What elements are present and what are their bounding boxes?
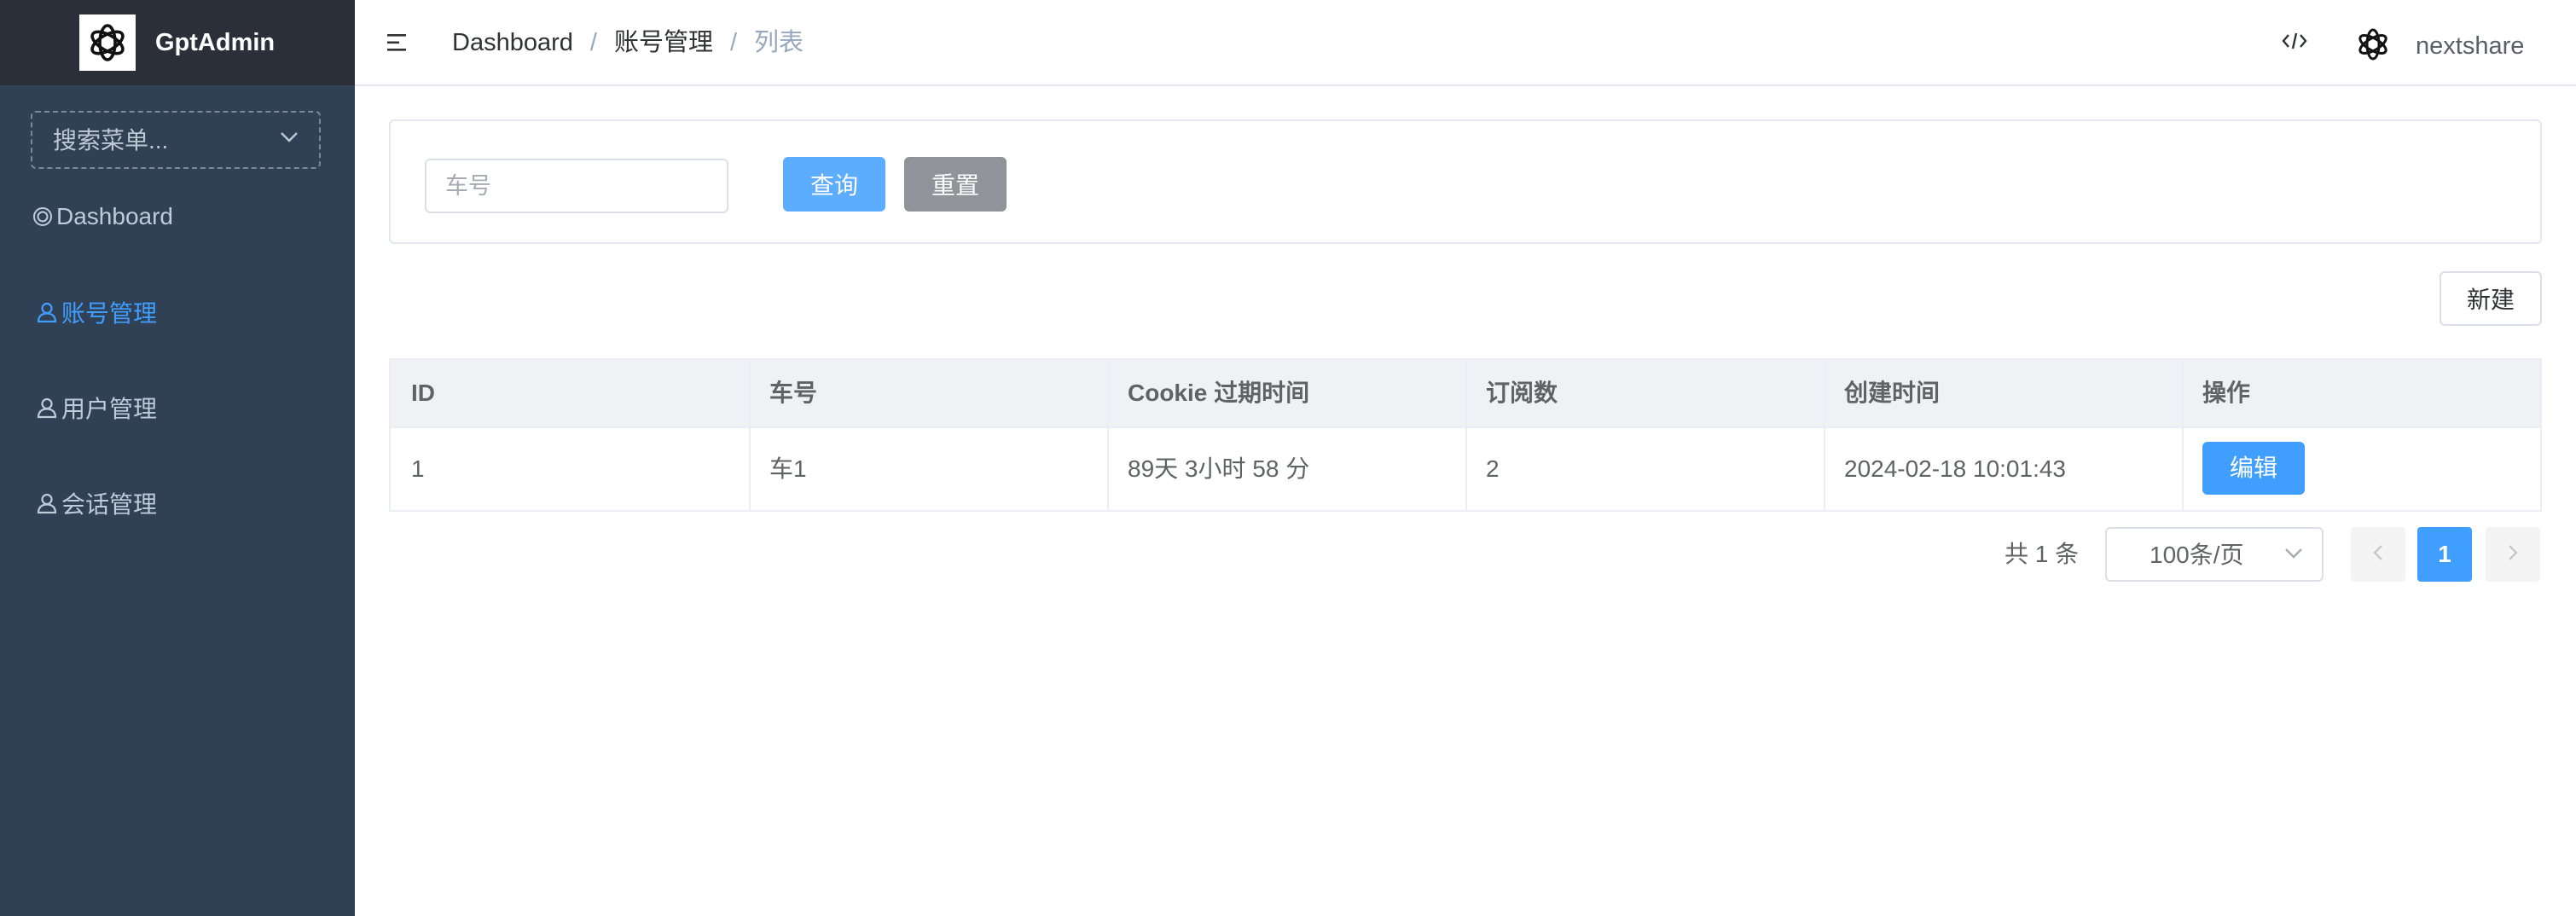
menu-search-placeholder: 搜索菜单... <box>53 127 169 154</box>
page-number-button[interactable]: 1 <box>2417 527 2472 582</box>
user-icon <box>36 301 58 323</box>
sidebar-item-label: 会话管理 <box>61 491 158 518</box>
page-size-select[interactable]: 100条/页 <box>2105 527 2324 582</box>
cell-created: 2024-02-18 10:01:43 <box>1844 455 2066 482</box>
column-divider <box>2182 360 2184 510</box>
next-page-button[interactable] <box>2486 527 2540 582</box>
menu-search-select[interactable]: 搜索菜单... <box>31 111 321 169</box>
top-header: Dashboard / 账号管理 / 列表 nextshare <box>355 0 2576 86</box>
chevron-right-icon <box>2508 544 2518 565</box>
chevron-left-icon <box>2373 544 2383 565</box>
edit-button[interactable]: 编辑 <box>2202 442 2305 495</box>
chevron-down-icon <box>280 131 299 148</box>
column-header-subscriptions: 订阅数 <box>1486 380 1558 406</box>
user-icon <box>36 492 58 514</box>
cell-id: 1 <box>411 455 425 482</box>
sidebar-item-sessions[interactable]: 会话管理 <box>0 478 355 529</box>
menu-fold-icon[interactable] <box>387 32 409 57</box>
column-header-created: 创建时间 <box>1844 380 1941 406</box>
breadcrumb-item-dashboard[interactable]: Dashboard <box>452 26 573 60</box>
car-number-input[interactable] <box>425 159 728 213</box>
column-header-cookie-expiry: Cookie 过期时间 <box>1128 380 1310 406</box>
pagination-total: 共 1 条 <box>2005 541 2080 567</box>
cell-actions: 编辑 <box>2182 428 2540 510</box>
openai-avatar-icon[interactable] <box>2354 26 2392 67</box>
sidebar-item-users[interactable]: 用户管理 <box>0 382 355 433</box>
username[interactable]: nextshare <box>2416 29 2524 63</box>
cell-car: 车1 <box>769 455 807 482</box>
search-form: 查询 重置 <box>389 119 2542 244</box>
reset-button[interactable]: 重置 <box>904 157 1007 212</box>
breadcrumb-item-current: 列表 <box>754 29 804 56</box>
sidebar: GptAdmin 搜索菜单... Dashboard 账号管理 用户管理 会话管… <box>0 0 355 916</box>
page-size-value: 100条/页 <box>2150 542 2244 568</box>
new-button[interactable]: 新建 <box>2440 271 2542 326</box>
breadcrumb-separator: / <box>589 29 597 56</box>
sidebar-item-accounts[interactable]: 账号管理 <box>0 287 355 338</box>
breadcrumb: Dashboard / 账号管理 / 列表 <box>452 26 804 60</box>
app-title: GptAdmin <box>155 29 276 56</box>
cell-subscriptions: 2 <box>1486 455 1500 482</box>
sidebar-item-label: 用户管理 <box>61 396 158 422</box>
sidebar-item-label: Dashboard <box>56 203 173 229</box>
column-divider <box>749 360 751 510</box>
breadcrumb-separator: / <box>729 29 738 56</box>
column-divider <box>1107 360 1109 510</box>
app-root: GptAdmin 搜索菜单... Dashboard 账号管理 用户管理 会话管… <box>0 0 2576 916</box>
query-button[interactable]: 查询 <box>783 157 885 212</box>
sidebar-item-dashboard[interactable]: Dashboard <box>0 191 355 242</box>
column-divider <box>1465 360 1467 510</box>
column-divider <box>1824 360 1825 510</box>
prev-page-button[interactable] <box>2351 527 2405 582</box>
logo-bar[interactable]: GptAdmin <box>0 0 355 85</box>
sidebar-item-label: 账号管理 <box>61 300 158 327</box>
chevron-down-icon <box>2284 548 2303 564</box>
code-icon[interactable] <box>2281 28 2308 58</box>
column-header-actions: 操作 <box>2202 380 2251 406</box>
column-header-car: 车号 <box>769 380 818 406</box>
breadcrumb-item-accounts[interactable]: 账号管理 <box>614 26 713 60</box>
target-icon <box>32 206 53 227</box>
cell-cookie-expiry: 89天 3小时 58 分 <box>1128 455 1310 482</box>
openai-logo-icon <box>79 14 136 71</box>
column-header-id: ID <box>411 380 435 406</box>
user-icon <box>36 397 58 419</box>
accounts-table: ID 车号 Cookie 过期时间 订阅数 创建时间 操作 1 车1 89天 3… <box>389 358 2542 512</box>
